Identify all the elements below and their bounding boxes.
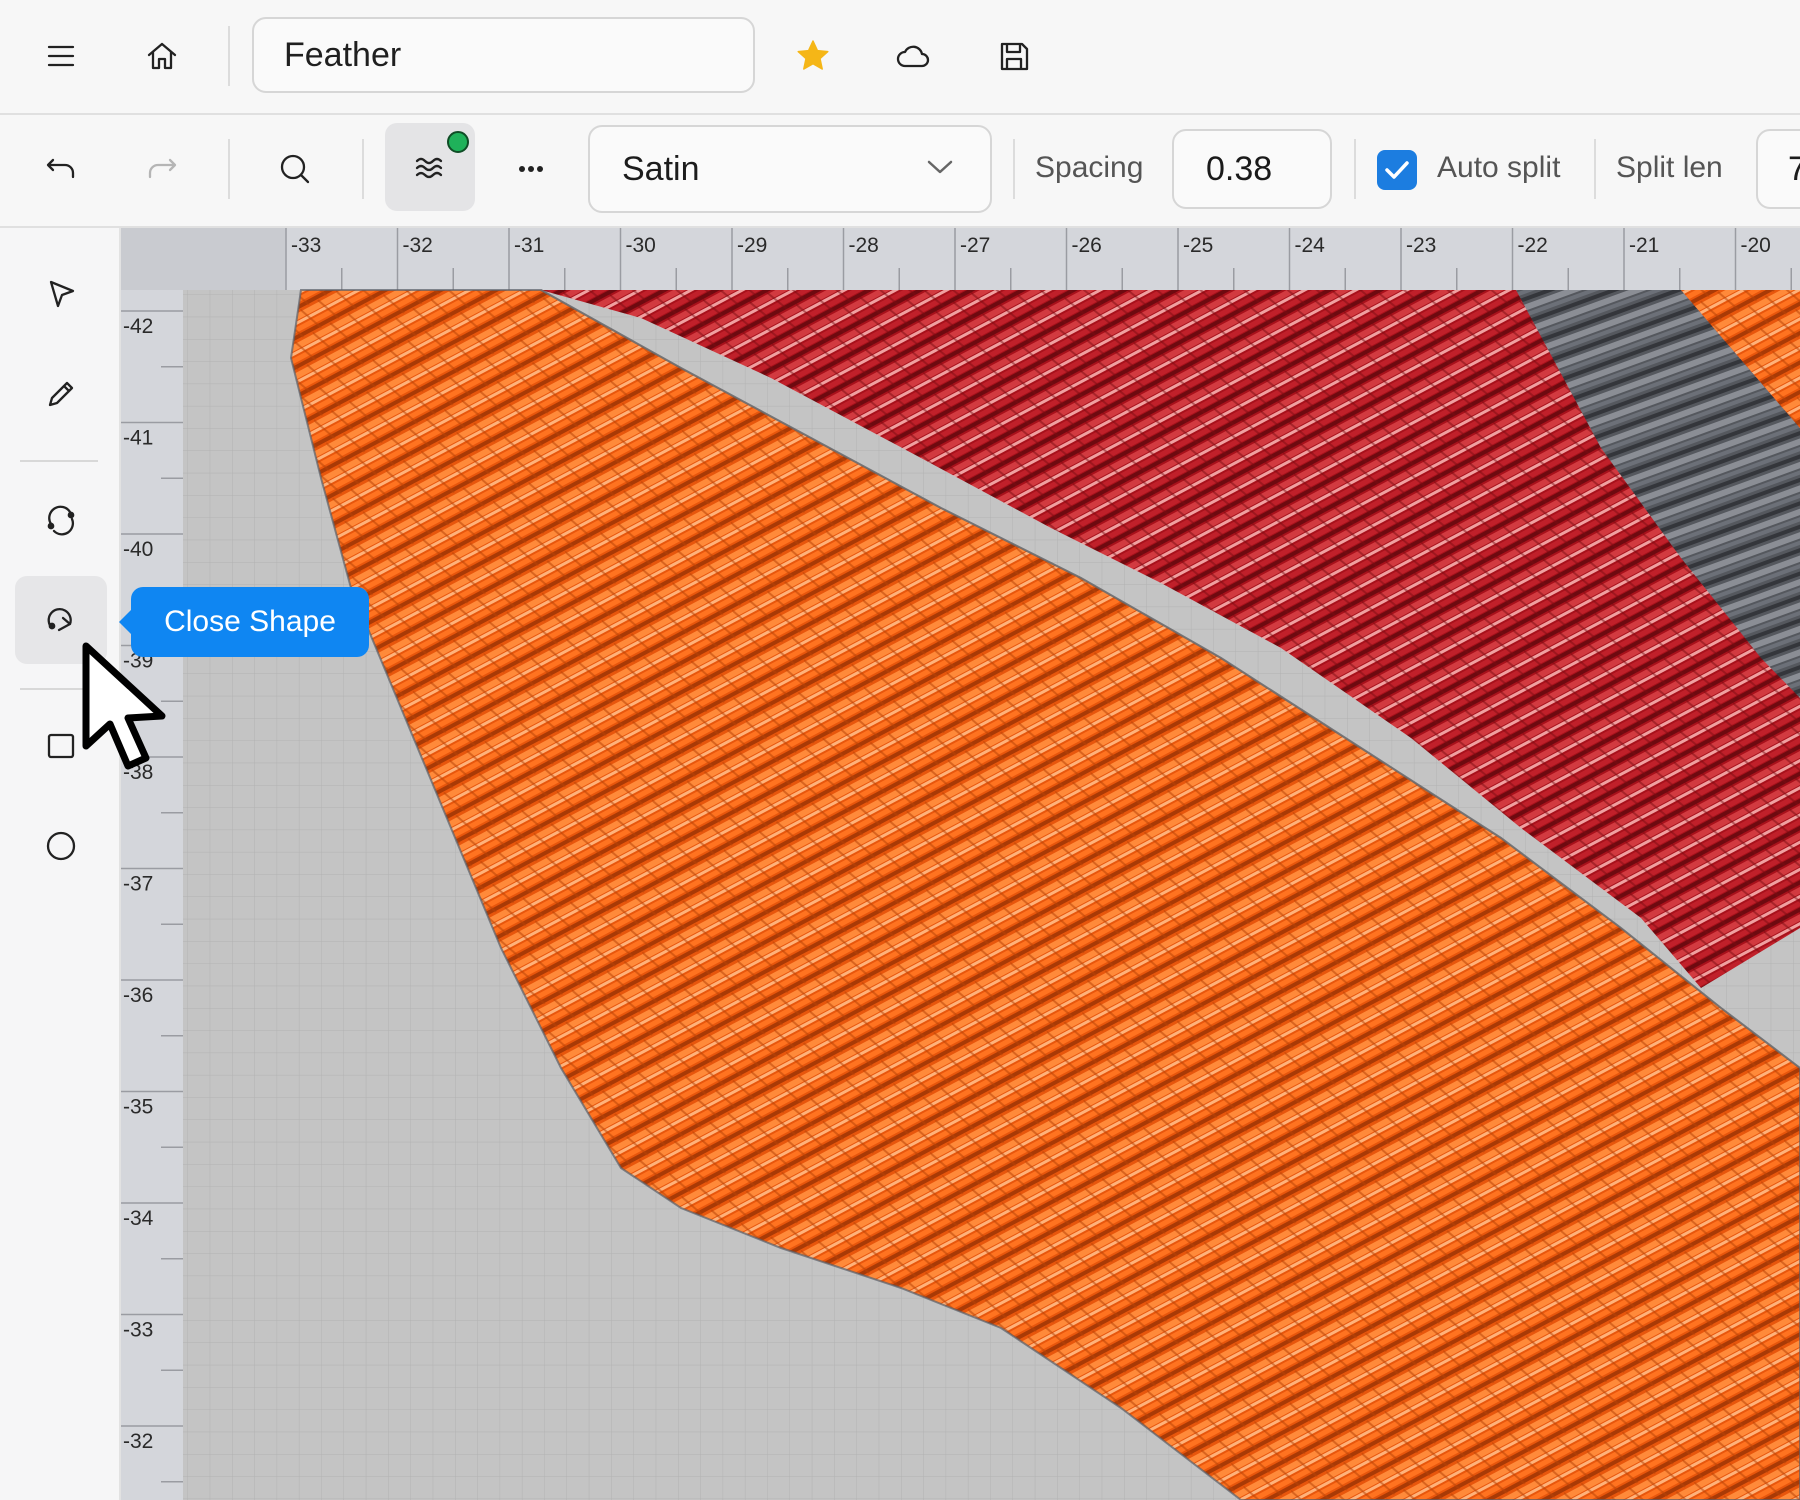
- split-len-label: Split len: [1616, 151, 1723, 184]
- more-options-button[interactable]: [501, 139, 561, 199]
- close-shape-icon: [47, 608, 72, 632]
- spacing-input[interactable]: 0.38: [1172, 129, 1332, 209]
- cloud-sync-button[interactable]: [883, 26, 943, 86]
- split-length-input[interactable]: 7: [1756, 129, 1800, 209]
- spacing-value: 0.38: [1206, 150, 1273, 188]
- ruler-label-top: -26: [1072, 234, 1102, 257]
- ruler-label-top: -28: [849, 234, 879, 257]
- ruler-label-top: -27: [960, 234, 990, 257]
- divider: [362, 139, 364, 199]
- pencil-icon: [48, 381, 74, 407]
- tool-options-bar: Satin Spacing 0.38 Auto split Split len …: [0, 115, 1800, 228]
- stitch-type-select[interactable]: Satin: [588, 125, 992, 213]
- circle-icon: [46, 831, 76, 861]
- search-icon: [280, 154, 310, 184]
- ruler-label-top: -33: [291, 234, 321, 257]
- ruler-label-top: -29: [737, 234, 767, 257]
- canvas-svg: -33 -32 -31 -30 -29 -28 -27 -26 -25 -24 -23 -22 -21 -…: [121, 228, 1800, 1500]
- ruler-label-left: -35: [123, 1096, 153, 1119]
- tool-rail: [0, 228, 121, 1500]
- stitch-type-value: Satin: [622, 150, 700, 188]
- divider: [1354, 139, 1356, 199]
- ruler-label-top: -32: [403, 234, 433, 257]
- pen-tool[interactable]: [31, 364, 91, 424]
- app-header: Feather: [0, 0, 1800, 115]
- select-tool[interactable]: [31, 264, 91, 324]
- search-button[interactable]: [265, 139, 325, 199]
- ruler-label-top: -23: [1406, 234, 1436, 257]
- ruler-label-left: -37: [123, 873, 153, 896]
- spacing-label: Spacing: [1035, 151, 1144, 184]
- ruler-label-left: -33: [123, 1319, 153, 1342]
- menu-button[interactable]: [31, 26, 91, 86]
- document-name-field[interactable]: Feather: [252, 17, 755, 93]
- save-button[interactable]: [984, 26, 1044, 86]
- divider: [1013, 139, 1015, 199]
- curve-tool[interactable]: [31, 490, 91, 550]
- mouse-cursor-icon: [82, 642, 166, 770]
- ruler-label-top: -21: [1629, 234, 1659, 257]
- ruler-label-top: -30: [626, 234, 656, 257]
- ruler-label-left: -40: [123, 538, 153, 561]
- ruler-label-top: -31: [514, 234, 544, 257]
- thread-effect-button[interactable]: [385, 123, 475, 211]
- ruler-label-left: -41: [123, 427, 153, 450]
- left-ruler: [121, 228, 183, 1500]
- ruler-label-left: -42: [123, 315, 153, 338]
- redo-icon: [148, 158, 177, 179]
- menu-icon: [47, 45, 75, 67]
- curve-icon: [47, 505, 75, 536]
- rectangle-icon: [47, 733, 75, 759]
- undo-icon: [46, 158, 75, 179]
- ruler-label-left: -34: [123, 1207, 154, 1230]
- design-canvas[interactable]: -33 -32 -31 -30 -29 -28 -27 -26 -25 -24 -23 -22 -21 -…: [121, 228, 1800, 1500]
- auto-split-label: Auto split: [1437, 151, 1561, 184]
- ruler-label-top: -20: [1741, 234, 1771, 257]
- waves-icon: [415, 157, 443, 179]
- home-icon: [147, 42, 177, 70]
- ruler-label-top: -25: [1183, 234, 1213, 257]
- ruler-label-top: -24: [1295, 234, 1326, 257]
- divider: [1594, 139, 1596, 199]
- favorite-button[interactable]: [783, 26, 843, 86]
- redo-button[interactable]: [132, 139, 192, 199]
- ruler-label-top: -22: [1518, 234, 1548, 257]
- save-icon: [1000, 42, 1029, 71]
- star-icon: [797, 40, 829, 70]
- divider: [228, 26, 230, 86]
- divider: [228, 139, 230, 199]
- auto-split-checkbox[interactable]: [1377, 150, 1417, 190]
- divider: [20, 460, 98, 462]
- ellipse-tool[interactable]: [31, 816, 91, 876]
- status-dot: [447, 131, 469, 153]
- split-length-value: 7: [1788, 150, 1800, 188]
- undo-button[interactable]: [31, 139, 91, 199]
- home-button[interactable]: [132, 26, 192, 86]
- more-icon: [519, 166, 543, 172]
- check-icon: [1385, 161, 1409, 179]
- ruler-label-left: -32: [123, 1430, 153, 1453]
- pointer-icon: [49, 280, 75, 308]
- cloud-icon: [896, 45, 930, 68]
- chevron-down-icon: [927, 160, 953, 174]
- ruler-label-left: -36: [123, 984, 153, 1007]
